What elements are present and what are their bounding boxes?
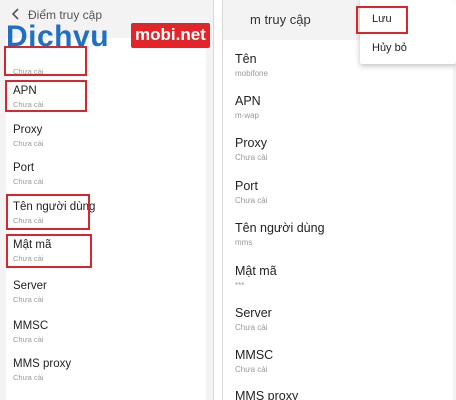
left-item-label: Port — [13, 162, 35, 174]
highlight-box-apn — [5, 80, 87, 112]
left-list-item-proxy[interactable]: Proxy Chưa cài — [6, 124, 206, 152]
right-item-label: MMSC — [235, 348, 274, 362]
left-item-label: MMS proxy — [13, 358, 72, 370]
left-item-label: Server — [13, 280, 47, 292]
options-popup-menu: Lưu Hủy bỏ — [356, 0, 456, 64]
logo-word: Dichvu — [6, 20, 110, 53]
right-item-value: mms — [235, 238, 253, 247]
left-settings-panel: Điểm truy cập Chưa cài APN Chưa cài Prox… — [0, 0, 214, 400]
left-item-label: Proxy — [13, 124, 43, 136]
right-list-item-server[interactable]: Server Chưa cài — [223, 306, 453, 336]
right-item-value: Chưa cài — [235, 153, 268, 162]
right-item-label: Server — [235, 306, 272, 320]
logo-badge: mobi.net — [131, 23, 210, 48]
left-item-value: Chưa cài — [13, 177, 44, 186]
right-list-item-port[interactable]: Port Chưa cài — [223, 179, 453, 209]
right-item-label: Tên — [235, 52, 257, 66]
right-item-value: Chưa cài — [235, 323, 268, 332]
right-list-item-apn[interactable]: APN m-wap — [223, 94, 453, 124]
left-list-item-port[interactable]: Port Chưa cài — [6, 162, 206, 190]
right-item-value: m-wap — [235, 111, 260, 120]
right-list-item-password[interactable]: Mật mã *** — [223, 264, 453, 294]
right-page-title: m truy cập — [250, 12, 311, 27]
right-item-label: APN — [235, 94, 261, 108]
right-item-value: Chưa cài — [235, 365, 268, 374]
right-list-item-proxy[interactable]: Proxy Chưa cài — [223, 136, 453, 166]
left-list-item-mms-proxy[interactable]: MMS proxy Chưa cài — [6, 358, 206, 386]
right-item-label: Mật mã — [235, 264, 277, 278]
dichvu-mobi-logo: Dichvu mobi.net — [4, 20, 219, 54]
left-list-item-mmsc[interactable]: MMSC Chưa cài — [6, 320, 206, 348]
left-item-value: Chưa cài — [13, 139, 44, 148]
left-item-value: Chưa cài — [13, 295, 44, 304]
cancel-menu-item[interactable]: Hủy bỏ — [372, 42, 407, 54]
left-item-label: MMSC — [13, 320, 49, 332]
right-apn-list: Tên mobifone APN m-wap Proxy Chưa cài Po… — [223, 40, 453, 400]
right-item-label: MMS proxy — [235, 389, 299, 400]
highlight-box-password — [6, 234, 92, 268]
left-item-value: Chưa cài — [13, 335, 44, 344]
right-list-item-mms-proxy[interactable]: MMS proxy — [223, 389, 453, 400]
right-item-label: Proxy — [235, 136, 267, 150]
right-item-value: *** — [235, 281, 245, 290]
highlight-box-save — [356, 6, 408, 34]
right-item-value: Chưa cài — [235, 196, 268, 205]
right-list-item-username[interactable]: Tên người dùng mms — [223, 221, 453, 251]
right-list-item-mmsc[interactable]: MMSC Chưa cài — [223, 348, 453, 378]
right-item-label: Tên người dùng — [235, 221, 325, 235]
highlight-box-username — [6, 194, 90, 230]
right-item-value: mobifone — [235, 69, 268, 78]
left-item-value: Chưa cài — [13, 373, 44, 382]
panel-divider — [214, 0, 222, 400]
left-list-item-server[interactable]: Server Chưa cài — [6, 280, 206, 308]
right-item-label: Port — [235, 179, 258, 193]
